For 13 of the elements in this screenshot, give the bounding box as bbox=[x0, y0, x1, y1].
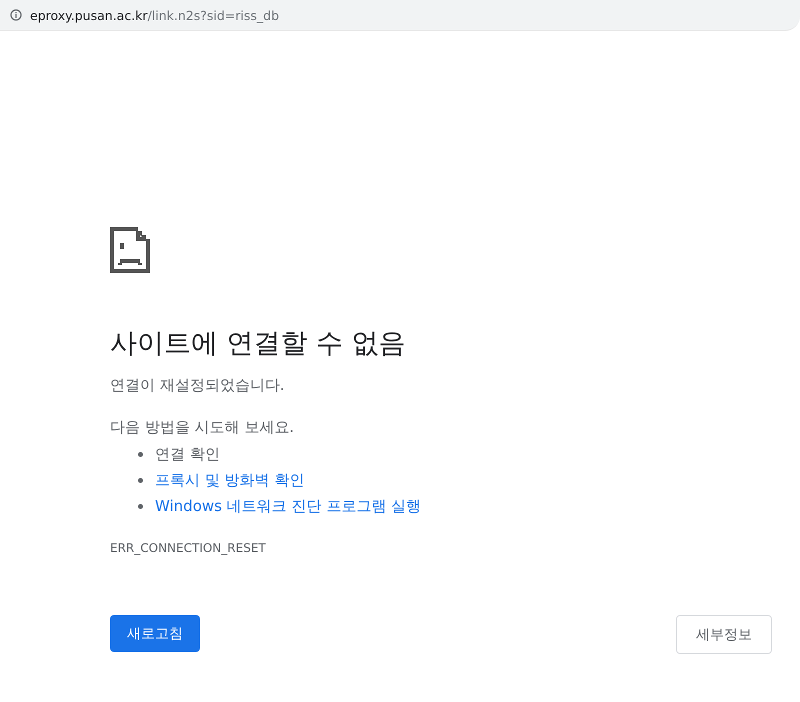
info-icon[interactable] bbox=[10, 9, 22, 21]
error-heading: 사이트에 연결할 수 없음 bbox=[110, 327, 407, 361]
sad-page-icon bbox=[110, 227, 150, 273]
error-code: ERR_CONNECTION_RESET bbox=[110, 541, 267, 555]
details-button[interactable]: 세부정보 bbox=[676, 615, 772, 654]
suggestion-intro: 다음 방법을 시도해 보세요. bbox=[110, 417, 296, 437]
url-text: eproxy.pusan.ac.kr/link.n2s?sid=riss_db bbox=[30, 8, 280, 22]
address-bar[interactable]: eproxy.pusan.ac.kr/link.n2s?sid=riss_db bbox=[0, 0, 800, 31]
suggestion-text: 연결 확인 bbox=[155, 444, 220, 464]
reload-button[interactable]: 새로고침 bbox=[110, 615, 200, 652]
suggestion-link[interactable]: 프록시 및 방화벽 확인 bbox=[155, 470, 304, 490]
error-message: 연결이 재설정되었습니다. bbox=[110, 375, 286, 395]
suggestion-link[interactable]: Windows 네트워크 진단 프로그램 실행 bbox=[155, 496, 422, 516]
